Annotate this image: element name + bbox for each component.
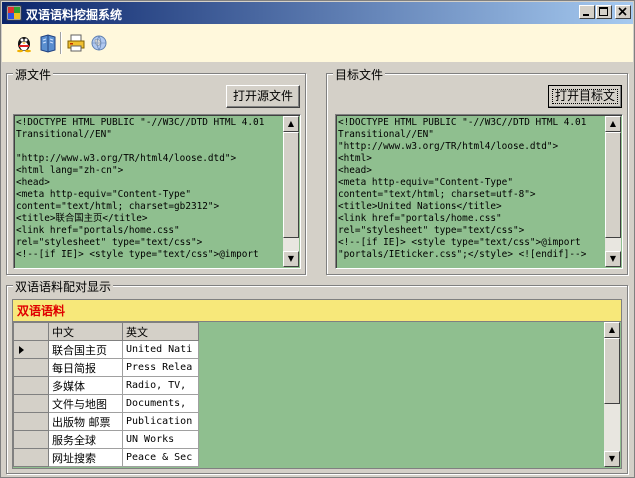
- row-header[interactable]: [13, 376, 49, 395]
- grid-caption: 双语语料: [13, 300, 621, 322]
- pairs-group-title: 双语语料配对显示: [13, 278, 114, 295]
- pairs-data-grid[interactable]: 双语语料 中文 英文 联合国主页 United Nati 每日简报 Press Rel…: [12, 299, 622, 469]
- maximize-button[interactable]: [596, 5, 612, 19]
- cell-chinese[interactable]: 多媒体: [48, 376, 123, 395]
- table-row[interactable]: 文件与地图 Documents,: [13, 394, 199, 413]
- open-source-button[interactable]: 打开源文件: [226, 85, 300, 108]
- close-icon: [618, 7, 627, 16]
- table-row[interactable]: 网址搜索 Peace & Sec: [13, 448, 199, 467]
- scroll-thumb[interactable]: [604, 338, 620, 404]
- book-icon[interactable]: [38, 33, 58, 53]
- scroll-down-arrow-icon[interactable]: ▼: [283, 251, 299, 267]
- toolbar-separator: [60, 32, 62, 54]
- cell-chinese[interactable]: 每日简报: [48, 358, 123, 377]
- app-icon: [6, 5, 22, 21]
- minimize-button[interactable]: [579, 5, 595, 19]
- toolbar: [2, 24, 633, 62]
- target-file-group: 目标文件 打开目标文 <!DOCTYPE HTML PUBLIC "-//W3C…: [326, 66, 628, 275]
- table-row[interactable]: 出版物 邮票 Publication: [13, 412, 199, 431]
- column-header-english[interactable]: 英文: [122, 322, 199, 341]
- close-button[interactable]: [615, 5, 631, 19]
- main-window: 双语语料挖掘系统 源文件 打开源文件 <!DOCTYPE HTML PUBLIC…: [0, 0, 635, 478]
- row-header[interactable]: [13, 448, 49, 467]
- cell-chinese[interactable]: 文件与地图: [48, 394, 123, 413]
- cell-english[interactable]: Radio, TV,: [122, 376, 199, 395]
- cell-chinese[interactable]: 网址搜索: [48, 448, 123, 467]
- scroll-up-arrow-icon[interactable]: ▲: [604, 322, 620, 338]
- target-scrollbar[interactable]: ▲ ▼: [605, 116, 621, 267]
- scroll-down-arrow-icon[interactable]: ▼: [604, 451, 620, 467]
- row-header[interactable]: [13, 340, 49, 359]
- cell-english[interactable]: Documents,: [122, 394, 199, 413]
- column-header-chinese[interactable]: 中文: [48, 322, 123, 341]
- print-icon[interactable]: [66, 33, 86, 53]
- globe-icon[interactable]: [89, 33, 109, 53]
- scroll-up-arrow-icon[interactable]: ▲: [283, 116, 299, 132]
- cell-chinese[interactable]: 出版物 邮票: [48, 412, 123, 431]
- grid-corner-header[interactable]: [13, 322, 49, 341]
- table-row[interactable]: 服务全球 UN Works: [13, 430, 199, 449]
- title-bar[interactable]: 双语语料挖掘系统: [2, 2, 633, 24]
- cell-english[interactable]: Peace & Sec: [122, 448, 199, 467]
- source-group-title: 源文件: [13, 66, 54, 83]
- scroll-thumb[interactable]: [605, 132, 621, 238]
- scroll-down-arrow-icon[interactable]: ▼: [605, 251, 621, 267]
- table-row[interactable]: 联合国主页 United Nati: [13, 340, 199, 359]
- qq-penguin-icon[interactable]: [14, 33, 34, 53]
- row-header[interactable]: [13, 358, 49, 377]
- table-row[interactable]: 每日简报 Press Relea: [13, 358, 199, 377]
- open-target-button[interactable]: 打开目标文: [548, 85, 622, 108]
- row-header[interactable]: [13, 430, 49, 449]
- cell-english[interactable]: Publication: [122, 412, 199, 431]
- cell-english[interactable]: UN Works: [122, 430, 199, 449]
- target-text-content: <!DOCTYPE HTML PUBLIC "-//W3C//DTD HTML …: [338, 117, 587, 260]
- cell-english[interactable]: Press Relea: [122, 358, 199, 377]
- open-source-button-label: 打开源文件: [232, 89, 293, 103]
- source-text-area[interactable]: <!DOCTYPE HTML PUBLIC "-//W3C//DTD HTML …: [13, 114, 301, 269]
- minimize-icon: [583, 14, 589, 16]
- scroll-thumb[interactable]: [283, 132, 299, 238]
- table-row[interactable]: 多媒体 Radio, TV,: [13, 376, 199, 395]
- source-scrollbar[interactable]: ▲ ▼: [283, 116, 299, 267]
- cell-chinese[interactable]: 联合国主页: [48, 340, 123, 359]
- scroll-up-arrow-icon[interactable]: ▲: [605, 116, 621, 132]
- cell-english[interactable]: United Nati: [122, 340, 199, 359]
- grid-scrollbar[interactable]: ▲ ▼: [604, 322, 620, 467]
- row-header[interactable]: [13, 412, 49, 431]
- window-title: 双语语料挖掘系统: [26, 8, 123, 22]
- focus-rect: [552, 89, 618, 104]
- current-row-arrow-icon: [19, 346, 24, 354]
- row-header[interactable]: [13, 394, 49, 413]
- cell-chinese[interactable]: 服务全球: [48, 430, 123, 449]
- source-file-group: 源文件 打开源文件 <!DOCTYPE HTML PUBLIC "-//W3C/…: [6, 66, 306, 275]
- maximize-icon: [599, 7, 608, 16]
- target-text-area[interactable]: <!DOCTYPE HTML PUBLIC "-//W3C//DTD HTML …: [335, 114, 623, 269]
- source-text-content: <!DOCTYPE HTML PUBLIC "-//W3C//DTD HTML …: [16, 117, 265, 260]
- target-group-title: 目标文件: [333, 66, 386, 83]
- grid-table: 中文 英文 联合国主页 United Nati 每日简报 Press Relea 多媒体…: [13, 322, 199, 467]
